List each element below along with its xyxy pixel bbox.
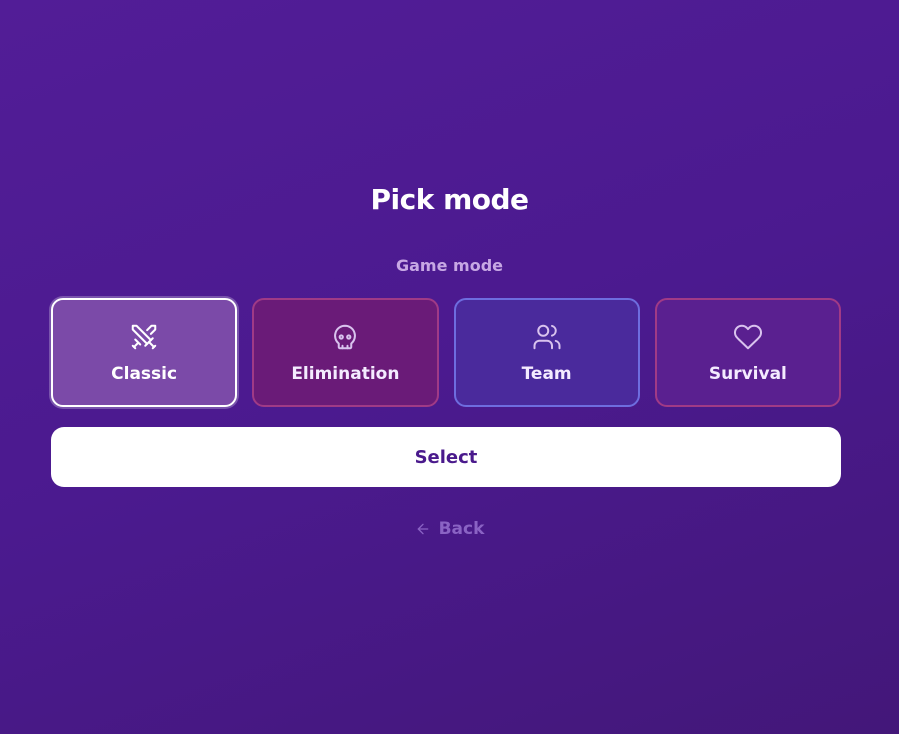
mode-label: Classic (111, 363, 178, 384)
mode-card-classic[interactable]: Classic (51, 298, 238, 407)
skull-icon (334, 324, 357, 349)
mode-card-survival[interactable]: Survival (654, 298, 841, 407)
section-label-game-mode: Game mode (396, 256, 503, 275)
mode-label: Survival (708, 363, 787, 384)
back-label: Back (438, 519, 485, 539)
heart-icon (733, 324, 762, 349)
select-button[interactable]: Select (51, 427, 841, 487)
arrow-left-icon (417, 523, 428, 535)
mode-label: Team (521, 363, 572, 384)
mode-options: Classic Elimination Team Survival (51, 298, 841, 407)
page-title: Pick mode (370, 183, 529, 216)
mode-label: Elimination (291, 363, 400, 384)
users-icon (533, 324, 561, 349)
back-link[interactable]: Back (0, 519, 899, 539)
mode-card-team[interactable]: Team (453, 298, 640, 407)
mode-card-elimination[interactable]: Elimination (252, 298, 439, 407)
crossed-swords-icon (131, 324, 157, 349)
